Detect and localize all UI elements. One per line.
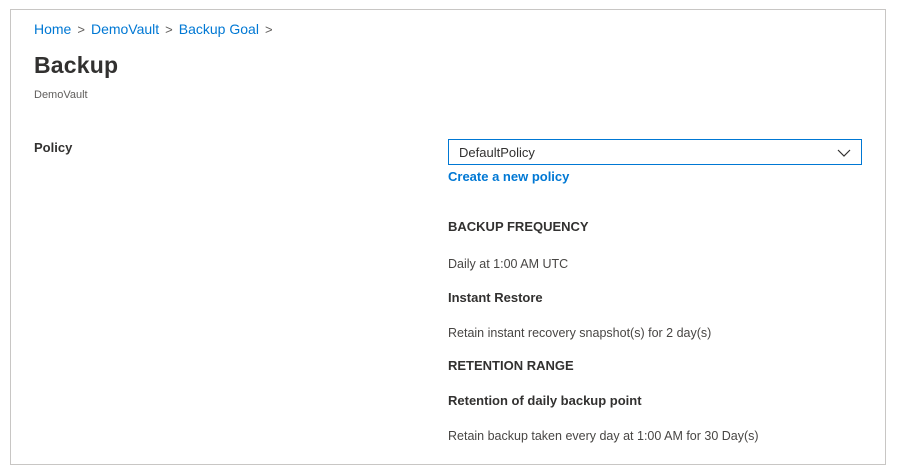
create-new-policy-link[interactable]: Create a new policy (448, 169, 569, 184)
breadcrumb-backup-goal[interactable]: Backup Goal (179, 21, 259, 37)
page-title: Backup (34, 52, 119, 78)
chevron-right-icon: > (77, 21, 85, 37)
policy-dropdown[interactable]: DefaultPolicy (448, 139, 862, 165)
daily-retention-value: Retain backup taken every day at 1:00 AM… (448, 429, 759, 443)
breadcrumb: Home > DemoVault > Backup Goal > (34, 21, 279, 37)
retention-range-heading: RETENTION RANGE (448, 358, 574, 373)
backup-panel: Home > DemoVault > Backup Goal > Backup … (10, 9, 886, 465)
chevron-right-icon: > (264, 21, 273, 37)
backup-frequency-heading: BACKUP FREQUENCY (448, 219, 589, 234)
instant-restore-value: Retain instant recovery snapshot(s) for … (448, 326, 712, 340)
backup-frequency-value: Daily at 1:00 AM UTC (448, 257, 569, 271)
breadcrumb-home[interactable]: Home (34, 21, 71, 37)
daily-retention-heading: Retention of daily backup point (448, 393, 642, 408)
policy-label: Policy (34, 140, 73, 155)
breadcrumb-demovault[interactable]: DemoVault (91, 21, 159, 37)
policy-dropdown-value: DefaultPolicy (459, 144, 535, 160)
instant-restore-heading: Instant Restore (448, 290, 543, 305)
page-subtitle: DemoVault (34, 89, 88, 101)
chevron-down-icon (837, 149, 851, 157)
chevron-right-icon: > (165, 21, 173, 37)
